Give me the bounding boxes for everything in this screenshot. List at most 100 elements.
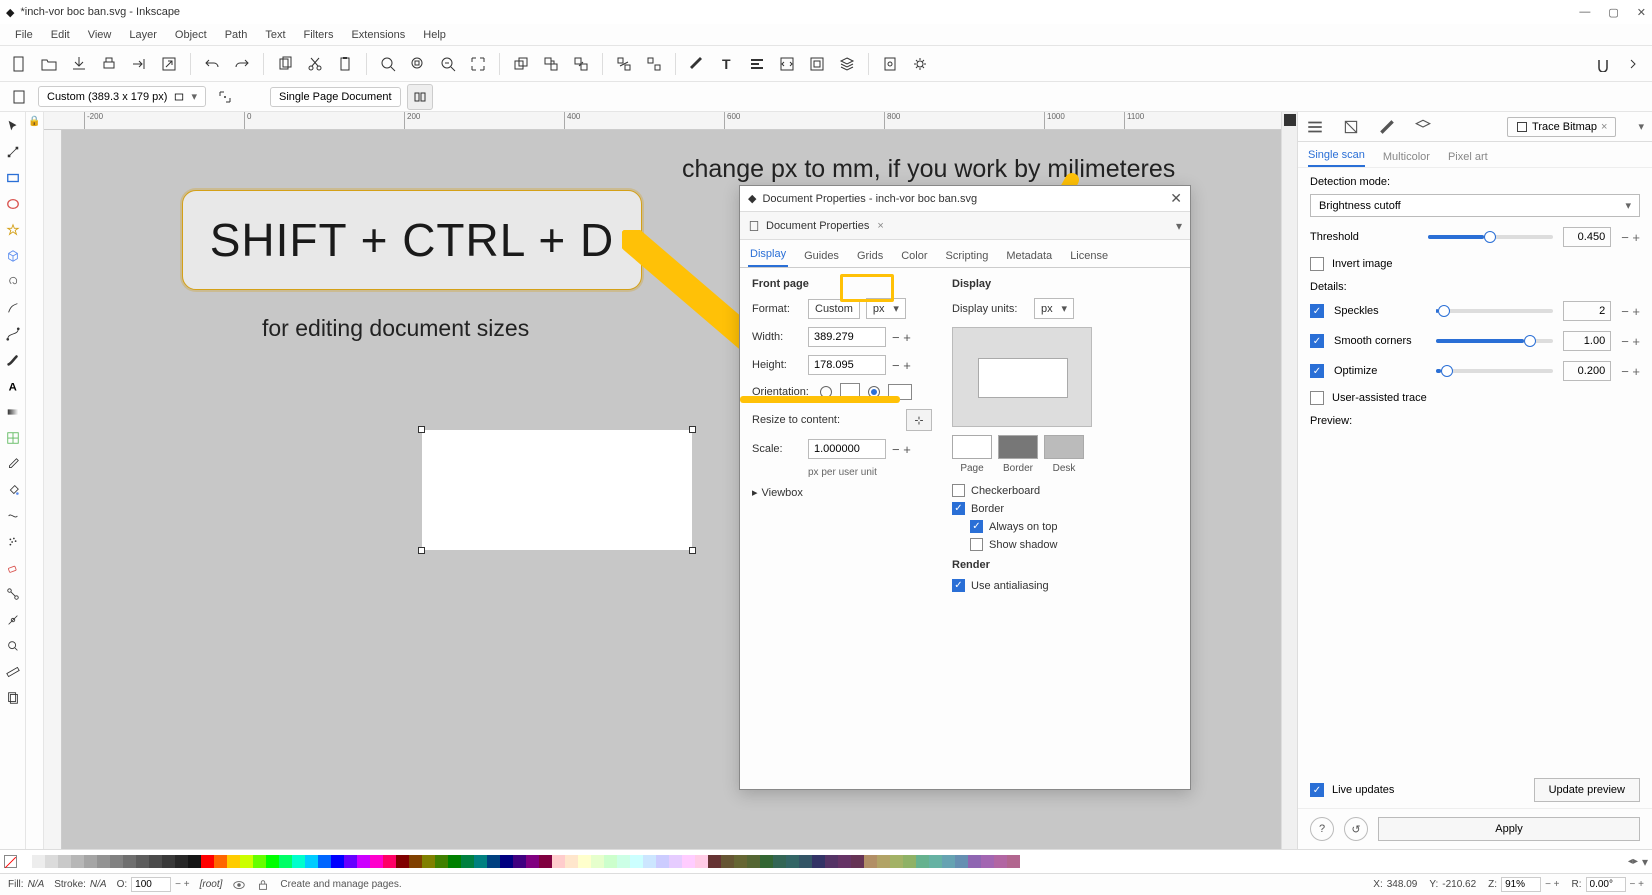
palette-swatch[interactable] (630, 855, 643, 868)
palette-swatch[interactable] (591, 855, 604, 868)
menu-extensions[interactable]: Extensions (342, 27, 414, 43)
duplicate-icon[interactable] (508, 51, 534, 77)
speckles-slider[interactable] (1436, 309, 1553, 313)
threshold-slider[interactable] (1428, 235, 1553, 239)
palette-swatch[interactable] (58, 855, 71, 868)
node-tool-icon[interactable] (3, 142, 23, 162)
user-assisted-checkbox[interactable] (1310, 391, 1324, 405)
canvas-page-object[interactable] (422, 430, 692, 550)
palette-swatch[interactable] (617, 855, 630, 868)
import-icon[interactable] (126, 51, 152, 77)
palette-swatch[interactable] (19, 855, 32, 868)
palette-scroll-right-icon[interactable]: ▸ (1633, 856, 1638, 867)
zoom-tool-icon[interactable] (3, 636, 23, 656)
threshold-value[interactable]: 0.450 (1563, 227, 1611, 247)
menu-filters[interactable]: Filters (295, 27, 343, 43)
selection-handle[interactable] (418, 547, 425, 554)
palette-swatch[interactable] (734, 855, 747, 868)
palette-menu-icon[interactable]: ▾ (1642, 855, 1648, 869)
layers-btn-icon[interactable] (834, 51, 860, 77)
height-input[interactable] (808, 355, 886, 375)
menu-help[interactable]: Help (414, 27, 455, 43)
palette-swatch[interactable] (461, 855, 474, 868)
palette-swatch[interactable] (214, 855, 227, 868)
palette-swatch[interactable] (760, 855, 773, 868)
text-tool-icon[interactable]: T (714, 51, 740, 77)
eraser-tool-icon[interactable] (3, 558, 23, 578)
palette-swatch[interactable] (253, 855, 266, 868)
print-icon[interactable] (96, 51, 122, 77)
smooth-value[interactable]: 1.00 (1563, 331, 1611, 351)
show-shadow-checkbox[interactable] (970, 538, 983, 551)
palette-swatch[interactable] (396, 855, 409, 868)
palette-swatch[interactable] (721, 855, 734, 868)
optimize-value[interactable]: 0.200 (1563, 361, 1611, 381)
selection-handle[interactable] (689, 547, 696, 554)
unlink-icon[interactable] (568, 51, 594, 77)
lock-status-icon[interactable] (256, 878, 270, 892)
paintbucket-tool-icon[interactable] (3, 480, 23, 500)
palette-swatch[interactable] (188, 855, 201, 868)
ungroup-icon[interactable] (641, 51, 667, 77)
palette-swatch[interactable] (227, 855, 240, 868)
palette-swatch[interactable] (825, 855, 838, 868)
tab-guides[interactable]: Guides (802, 245, 841, 267)
palette-swatch[interactable] (669, 855, 682, 868)
scale-stepper[interactable]: − + (892, 442, 911, 457)
palette-swatch[interactable] (175, 855, 188, 868)
palette-swatch[interactable] (292, 855, 305, 868)
palette-swatch[interactable] (266, 855, 279, 868)
paint-icon[interactable] (1378, 118, 1396, 136)
palette-swatch[interactable] (526, 855, 539, 868)
optimize-checkbox[interactable]: ✓ (1310, 364, 1324, 378)
transform-icon[interactable] (1342, 118, 1360, 136)
maximize-icon[interactable]: ▢ (1608, 6, 1618, 19)
palette-swatch[interactable] (838, 855, 851, 868)
palette-swatch[interactable] (786, 855, 799, 868)
rotation-input[interactable] (1586, 877, 1626, 892)
close-icon[interactable]: ✕ (1637, 6, 1646, 19)
border-checkbox[interactable]: ✓ (952, 502, 965, 515)
palette-swatch[interactable] (305, 855, 318, 868)
palette-swatch[interactable] (422, 855, 435, 868)
resize-to-content-button[interactable]: ⊹ (906, 409, 932, 431)
snap-options-icon[interactable] (1620, 51, 1646, 77)
group-icon[interactable] (611, 51, 637, 77)
palette-swatch[interactable] (968, 855, 981, 868)
palette-swatch[interactable] (409, 855, 422, 868)
snap-toggle-icon[interactable] (1590, 51, 1616, 77)
palette-swatch[interactable] (539, 855, 552, 868)
sub-tab-pixel[interactable]: Pixel art (1448, 147, 1488, 167)
save-icon[interactable] (66, 51, 92, 77)
palette-swatch[interactable] (1007, 855, 1020, 868)
tab-display[interactable]: Display (748, 243, 788, 267)
format-select[interactable]: Custom (808, 299, 860, 319)
new-doc-icon[interactable] (6, 51, 32, 77)
speckles-checkbox[interactable]: ✓ (1310, 304, 1324, 318)
always-on-top-checkbox[interactable]: ✓ (970, 520, 983, 533)
palette-swatch[interactable] (916, 855, 929, 868)
selector-tool-icon[interactable] (3, 116, 23, 136)
palette-swatch[interactable] (136, 855, 149, 868)
palette-swatch[interactable] (240, 855, 253, 868)
3dbox-tool-icon[interactable] (3, 246, 23, 266)
palette-swatch[interactable] (643, 855, 656, 868)
width-input[interactable] (808, 327, 886, 347)
reset-icon[interactable]: ↺ (1344, 817, 1368, 841)
display-units-select[interactable]: px▾ (1034, 298, 1074, 319)
prefs-icon[interactable] (907, 51, 933, 77)
speckles-value[interactable]: 2 (1563, 301, 1611, 321)
zoom-sel-icon[interactable] (375, 51, 401, 77)
help-icon[interactable]: ? (1310, 817, 1334, 841)
palette-swatch[interactable] (383, 855, 396, 868)
menu-file[interactable]: File (6, 27, 42, 43)
calligraphy-tool-icon[interactable] (3, 350, 23, 370)
detection-mode-select[interactable]: Brightness cutoff▾ (1310, 194, 1640, 217)
sub-tab-single[interactable]: Single scan (1308, 145, 1365, 167)
spray-tool-icon[interactable] (3, 532, 23, 552)
star-tool-icon[interactable] (3, 220, 23, 240)
tab-grids[interactable]: Grids (855, 245, 885, 267)
measure-tool-icon[interactable] (3, 662, 23, 682)
no-color-swatch[interactable] (4, 855, 17, 868)
palette-swatch[interactable] (448, 855, 461, 868)
